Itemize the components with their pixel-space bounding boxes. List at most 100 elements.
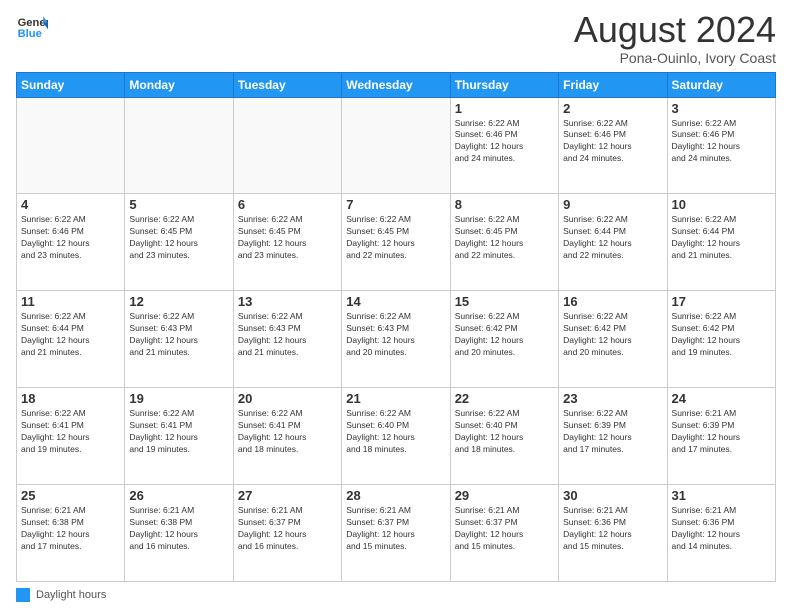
header: General Blue August 2024 Pona-Ouinlo, Iv… xyxy=(16,10,776,66)
col-thursday: Thursday xyxy=(450,72,558,97)
day-number: 10 xyxy=(672,197,771,212)
calendar-cell xyxy=(233,97,341,194)
day-info: Sunrise: 6:22 AM Sunset: 6:45 PM Dayligh… xyxy=(238,214,337,262)
calendar-cell: 9 Sunrise: 6:22 AM Sunset: 6:44 PM Daylig… xyxy=(559,194,667,291)
calendar-cell xyxy=(342,97,450,194)
day-number: 20 xyxy=(238,391,337,406)
calendar-week-0: 1 Sunrise: 6:22 AM Sunset: 6:46 PM Daylig… xyxy=(17,97,776,194)
header-row: Sunday Monday Tuesday Wednesday Thursday… xyxy=(17,72,776,97)
day-info: Sunrise: 6:22 AM Sunset: 6:44 PM Dayligh… xyxy=(672,214,771,262)
calendar-cell: 14 Sunrise: 6:22 AM Sunset: 6:43 PM Dayli… xyxy=(342,291,450,388)
day-number: 9 xyxy=(563,197,662,212)
day-number: 8 xyxy=(455,197,554,212)
calendar-cell xyxy=(125,97,233,194)
calendar-cell: 1 Sunrise: 6:22 AM Sunset: 6:46 PM Daylig… xyxy=(450,97,558,194)
day-info: Sunrise: 6:22 AM Sunset: 6:44 PM Dayligh… xyxy=(21,311,120,359)
day-info: Sunrise: 6:22 AM Sunset: 6:39 PM Dayligh… xyxy=(563,408,662,456)
calendar-cell: 18 Sunrise: 6:22 AM Sunset: 6:41 PM Dayli… xyxy=(17,388,125,485)
col-wednesday: Wednesday xyxy=(342,72,450,97)
col-friday: Friday xyxy=(559,72,667,97)
day-number: 16 xyxy=(563,294,662,309)
day-number: 11 xyxy=(21,294,120,309)
day-info: Sunrise: 6:22 AM Sunset: 6:42 PM Dayligh… xyxy=(672,311,771,359)
day-number: 7 xyxy=(346,197,445,212)
calendar-cell: 6 Sunrise: 6:22 AM Sunset: 6:45 PM Daylig… xyxy=(233,194,341,291)
day-number: 29 xyxy=(455,488,554,503)
calendar-cell: 12 Sunrise: 6:22 AM Sunset: 6:43 PM Dayli… xyxy=(125,291,233,388)
day-info: Sunrise: 6:22 AM Sunset: 6:40 PM Dayligh… xyxy=(455,408,554,456)
col-saturday: Saturday xyxy=(667,72,775,97)
calendar-week-1: 4 Sunrise: 6:22 AM Sunset: 6:46 PM Daylig… xyxy=(17,194,776,291)
day-number: 4 xyxy=(21,197,120,212)
day-info: Sunrise: 6:21 AM Sunset: 6:37 PM Dayligh… xyxy=(238,505,337,553)
calendar-cell: 31Sunrise: 6:21 AM Sunset: 6:36 PM Dayli… xyxy=(667,485,775,582)
calendar-week-3: 18 Sunrise: 6:22 AM Sunset: 6:41 PM Dayli… xyxy=(17,388,776,485)
day-number: 14 xyxy=(346,294,445,309)
day-info: Sunrise: 6:22 AM Sunset: 6:46 PM Dayligh… xyxy=(563,118,662,166)
day-info: Sunrise: 6:22 AM Sunset: 6:42 PM Dayligh… xyxy=(563,311,662,359)
day-info: Sunrise: 6:22 AM Sunset: 6:41 PM Dayligh… xyxy=(21,408,120,456)
calendar-cell: 25 Sunrise: 6:21 AM Sunset: 6:38 PM Dayli… xyxy=(17,485,125,582)
calendar-cell: 30 Sunrise: 6:21 AM Sunset: 6:36 PM Dayli… xyxy=(559,485,667,582)
day-number: 13 xyxy=(238,294,337,309)
day-number: 15 xyxy=(455,294,554,309)
logo-icon: General Blue xyxy=(16,10,48,42)
calendar-cell: 11 Sunrise: 6:22 AM Sunset: 6:44 PM Dayli… xyxy=(17,291,125,388)
day-info: Sunrise: 6:21 AM Sunset: 6:37 PM Dayligh… xyxy=(455,505,554,553)
day-number: 23 xyxy=(563,391,662,406)
legend-box xyxy=(16,588,30,602)
col-monday: Monday xyxy=(125,72,233,97)
calendar-cell: 29 Sunrise: 6:21 AM Sunset: 6:37 PM Dayli… xyxy=(450,485,558,582)
day-info: Sunrise: 6:22 AM Sunset: 6:45 PM Dayligh… xyxy=(346,214,445,262)
calendar-cell: 24Sunrise: 6:21 AM Sunset: 6:39 PM Dayli… xyxy=(667,388,775,485)
calendar-cell: 17 Sunrise: 6:22 AM Sunset: 6:42 PM Dayli… xyxy=(667,291,775,388)
calendar-cell: 23 Sunrise: 6:22 AM Sunset: 6:39 PM Dayli… xyxy=(559,388,667,485)
day-number: 5 xyxy=(129,197,228,212)
calendar-cell: 4 Sunrise: 6:22 AM Sunset: 6:46 PM Daylig… xyxy=(17,194,125,291)
day-number: 1 xyxy=(455,101,554,116)
col-sunday: Sunday xyxy=(17,72,125,97)
calendar-cell: 19Sunrise: 6:22 AM Sunset: 6:41 PM Dayli… xyxy=(125,388,233,485)
day-info: Sunrise: 6:22 AM Sunset: 6:40 PM Dayligh… xyxy=(346,408,445,456)
calendar-week-2: 11 Sunrise: 6:22 AM Sunset: 6:44 PM Dayli… xyxy=(17,291,776,388)
calendar-cell: 3 Sunrise: 6:22 AM Sunset: 6:46 PM Daylig… xyxy=(667,97,775,194)
calendar-cell: 13 Sunrise: 6:22 AM Sunset: 6:43 PM Dayli… xyxy=(233,291,341,388)
day-number: 17 xyxy=(672,294,771,309)
day-number: 2 xyxy=(563,101,662,116)
day-info: Sunrise: 6:22 AM Sunset: 6:46 PM Dayligh… xyxy=(455,118,554,166)
day-number: 12 xyxy=(129,294,228,309)
day-info: Sunrise: 6:22 AM Sunset: 6:46 PM Dayligh… xyxy=(21,214,120,262)
calendar-title: August 2024 xyxy=(574,10,776,50)
day-number: 21 xyxy=(346,391,445,406)
day-number: 27 xyxy=(238,488,337,503)
day-info: Sunrise: 6:22 AM Sunset: 6:45 PM Dayligh… xyxy=(455,214,554,262)
svg-text:Blue: Blue xyxy=(18,28,42,40)
calendar-cell: 8 Sunrise: 6:22 AM Sunset: 6:45 PM Daylig… xyxy=(450,194,558,291)
day-info: Sunrise: 6:22 AM Sunset: 6:44 PM Dayligh… xyxy=(563,214,662,262)
calendar-subtitle: Pona-Ouinlo, Ivory Coast xyxy=(574,50,776,66)
day-number: 6 xyxy=(238,197,337,212)
calendar-table: Sunday Monday Tuesday Wednesday Thursday… xyxy=(16,72,776,582)
logo: General Blue xyxy=(16,10,48,42)
day-info: Sunrise: 6:21 AM Sunset: 6:38 PM Dayligh… xyxy=(129,505,228,553)
day-info: Sunrise: 6:22 AM Sunset: 6:41 PM Dayligh… xyxy=(238,408,337,456)
calendar-cell: 28Sunrise: 6:21 AM Sunset: 6:37 PM Dayli… xyxy=(342,485,450,582)
day-info: Sunrise: 6:21 AM Sunset: 6:37 PM Dayligh… xyxy=(346,505,445,553)
day-number: 30 xyxy=(563,488,662,503)
day-info: Sunrise: 6:21 AM Sunset: 6:36 PM Dayligh… xyxy=(672,505,771,553)
day-number: 25 xyxy=(21,488,120,503)
day-info: Sunrise: 6:21 AM Sunset: 6:36 PM Dayligh… xyxy=(563,505,662,553)
day-number: 18 xyxy=(21,391,120,406)
day-number: 3 xyxy=(672,101,771,116)
day-info: Sunrise: 6:21 AM Sunset: 6:38 PM Dayligh… xyxy=(21,505,120,553)
day-info: Sunrise: 6:22 AM Sunset: 6:43 PM Dayligh… xyxy=(129,311,228,359)
calendar-week-4: 25 Sunrise: 6:21 AM Sunset: 6:38 PM Dayli… xyxy=(17,485,776,582)
calendar-cell: 2 Sunrise: 6:22 AM Sunset: 6:46 PM Daylig… xyxy=(559,97,667,194)
title-block: August 2024 Pona-Ouinlo, Ivory Coast xyxy=(574,10,776,66)
day-info: Sunrise: 6:22 AM Sunset: 6:43 PM Dayligh… xyxy=(238,311,337,359)
page: General Blue August 2024 Pona-Ouinlo, Iv… xyxy=(0,0,792,612)
calendar-cell: 5Sunrise: 6:22 AM Sunset: 6:45 PM Daylig… xyxy=(125,194,233,291)
day-info: Sunrise: 6:22 AM Sunset: 6:46 PM Dayligh… xyxy=(672,118,771,166)
calendar-cell: 26Sunrise: 6:21 AM Sunset: 6:38 PM Dayli… xyxy=(125,485,233,582)
day-info: Sunrise: 6:22 AM Sunset: 6:43 PM Dayligh… xyxy=(346,311,445,359)
